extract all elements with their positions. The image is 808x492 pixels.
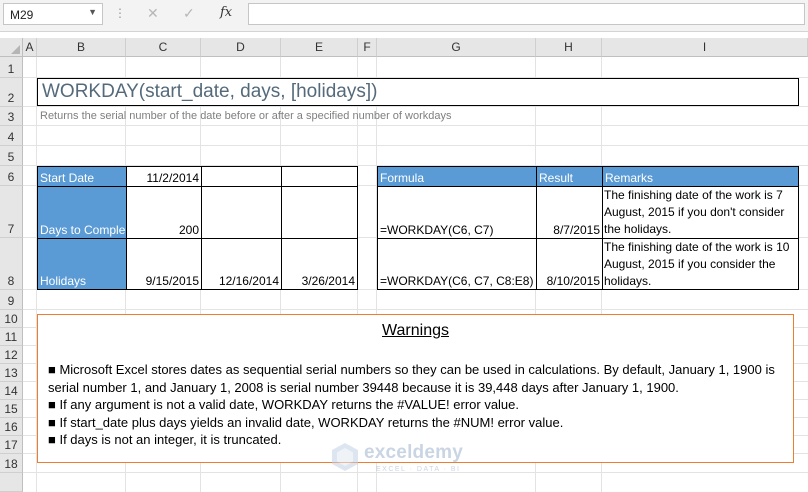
- row-header-11[interactable]: 11: [0, 328, 23, 346]
- gridline: [23, 106, 808, 107]
- column-header-i[interactable]: I: [602, 38, 808, 57]
- page-title: WORKDAY(start_date, days, [holidays]): [42, 81, 378, 102]
- empty-cell[interactable]: [201, 166, 282, 187]
- result-cell[interactable]: 8/10/2015: [536, 238, 603, 290]
- formula-text: =WORKDAY(C6, C7, C8:E8): [380, 274, 534, 288]
- formula-text: =WORKDAY(C6, C7): [380, 223, 494, 237]
- row-header-15[interactable]: 15: [0, 400, 23, 418]
- result-value: 8/7/2015: [553, 223, 600, 237]
- column-header-h[interactable]: H: [536, 38, 602, 57]
- formula-bar: M29 ▼ ⋮ ✕ ✓ fx: [0, 0, 808, 32]
- enter-icon[interactable]: ✓: [183, 5, 195, 22]
- start-date-cell[interactable]: 11/2/2014: [126, 166, 202, 187]
- row-header-16[interactable]: 16: [0, 418, 23, 436]
- row-header-18[interactable]: 18: [0, 454, 23, 473]
- name-box-value: M29: [10, 8, 34, 22]
- holidays-label-cell[interactable]: Holidays: [37, 238, 127, 290]
- row-header-5[interactable]: 5: [0, 146, 23, 166]
- column-header-a[interactable]: A: [23, 38, 37, 57]
- cancel-icon[interactable]: ✕: [147, 5, 159, 22]
- gridline: [23, 145, 808, 146]
- result-header-cell[interactable]: Result: [536, 166, 603, 187]
- holiday-cell[interactable]: 12/16/2014: [201, 238, 282, 290]
- warnings-box[interactable]: Warnings ■ Microsoft Excel stores dates …: [37, 314, 794, 463]
- holidays-label: Holidays: [40, 274, 87, 288]
- warning-item: ■ If start_date plus days yields an inva…: [48, 414, 564, 430]
- holiday-value: 12/16/2014: [218, 274, 279, 288]
- watermark-tagline: EXCEL · DATA · BI: [376, 466, 461, 473]
- select-all-icon: [11, 45, 20, 54]
- column-header-d[interactable]: D: [201, 38, 281, 57]
- column-header-c[interactable]: C: [126, 38, 201, 57]
- warnings-title: Warnings: [382, 322, 449, 339]
- days-label: Days to Comple: [40, 223, 126, 237]
- select-all-button[interactable]: [0, 38, 23, 57]
- remarks-header-cell[interactable]: Remarks: [602, 166, 799, 187]
- holiday-value: 3/26/2014: [301, 274, 355, 288]
- watermark: exceldemy EXCEL · DATA · BI: [330, 442, 463, 475]
- holiday-cell[interactable]: 3/26/2014: [281, 238, 358, 290]
- warning-item: ■ If any argument is not a valid date, W…: [48, 397, 520, 412]
- row-header-8[interactable]: 8: [0, 238, 23, 290]
- row-header-3[interactable]: 3: [0, 107, 23, 126]
- start-date-label-cell[interactable]: Start Date: [37, 166, 127, 187]
- result-value: 8/10/2015: [546, 274, 600, 288]
- name-box[interactable]: M29 ▼: [3, 3, 103, 25]
- row-header-14[interactable]: 14: [0, 382, 23, 400]
- formula-header-cell[interactable]: Formula: [377, 166, 537, 187]
- holiday-value: 9/15/2015: [145, 274, 199, 288]
- empty-cell[interactable]: [281, 166, 358, 187]
- holiday-cell[interactable]: 9/15/2015: [126, 238, 202, 290]
- column-header-g[interactable]: G: [377, 38, 536, 57]
- remark-text: The finishing date of the work is 7 Augu…: [604, 188, 785, 236]
- row-header-13[interactable]: 13: [0, 364, 23, 382]
- row-header-6[interactable]: 6: [0, 166, 23, 186]
- warnings-list: ■ Microsoft Excel stores dates as sequen…: [48, 361, 788, 449]
- days-value: 200: [178, 223, 199, 237]
- empty-cell[interactable]: [201, 186, 282, 239]
- formula-cell[interactable]: =WORKDAY(C6, C7, C8:E8): [377, 238, 537, 290]
- more-vertical-icon: ⋮: [114, 6, 126, 20]
- start-date-label: Start Date: [40, 171, 95, 185]
- chevron-down-icon[interactable]: ▼: [88, 7, 97, 17]
- row-header-1[interactable]: 1: [0, 57, 23, 78]
- row-header-12[interactable]: 12: [0, 346, 23, 364]
- row-header-10[interactable]: 10: [0, 310, 23, 328]
- days-cell[interactable]: 200: [126, 186, 202, 239]
- remarks-header: Remarks: [605, 171, 654, 185]
- title-cell[interactable]: WORKDAY(start_date, days, [holidays]): [37, 78, 799, 106]
- row-header-4[interactable]: 4: [0, 126, 23, 146]
- column-header-f[interactable]: F: [358, 38, 377, 57]
- gridline: [23, 125, 808, 126]
- result-cell[interactable]: 8/7/2015: [536, 186, 603, 239]
- row-header-7[interactable]: 7: [0, 186, 23, 238]
- subtitle: Returns the serial number of the date be…: [40, 110, 452, 122]
- days-label-cell[interactable]: Days to Comple: [37, 186, 127, 239]
- formula-cell[interactable]: =WORKDAY(C6, C7): [377, 186, 537, 239]
- formula-header: Formula: [380, 171, 425, 185]
- warning-item: ■ Microsoft Excel stores dates as sequen…: [48, 362, 775, 395]
- exceldemy-logo-icon: [332, 443, 358, 471]
- row-header-9[interactable]: 9: [0, 290, 23, 310]
- row-header-19[interactable]: [0, 473, 23, 492]
- gridline: [23, 309, 808, 310]
- row-header-17[interactable]: 17: [0, 436, 23, 454]
- start-date-value: 11/2/2014: [146, 171, 200, 185]
- remark-cell[interactable]: The finishing date of the work is 7 Augu…: [602, 186, 799, 239]
- formula-input[interactable]: [248, 3, 805, 25]
- insert-function-icon[interactable]: fx: [220, 5, 232, 20]
- empty-cell[interactable]: [281, 186, 358, 239]
- remark-cell[interactable]: The finishing date of the work is 10 Aug…: [602, 238, 799, 290]
- remark-text: The finishing date of the work is 10 Aug…: [604, 240, 790, 288]
- column-header-b[interactable]: B: [37, 38, 126, 57]
- row-header-2[interactable]: 2: [0, 78, 23, 107]
- column-header-e[interactable]: E: [281, 38, 358, 57]
- watermark-name: exceldemy: [364, 442, 463, 463]
- result-header: Result: [539, 171, 574, 185]
